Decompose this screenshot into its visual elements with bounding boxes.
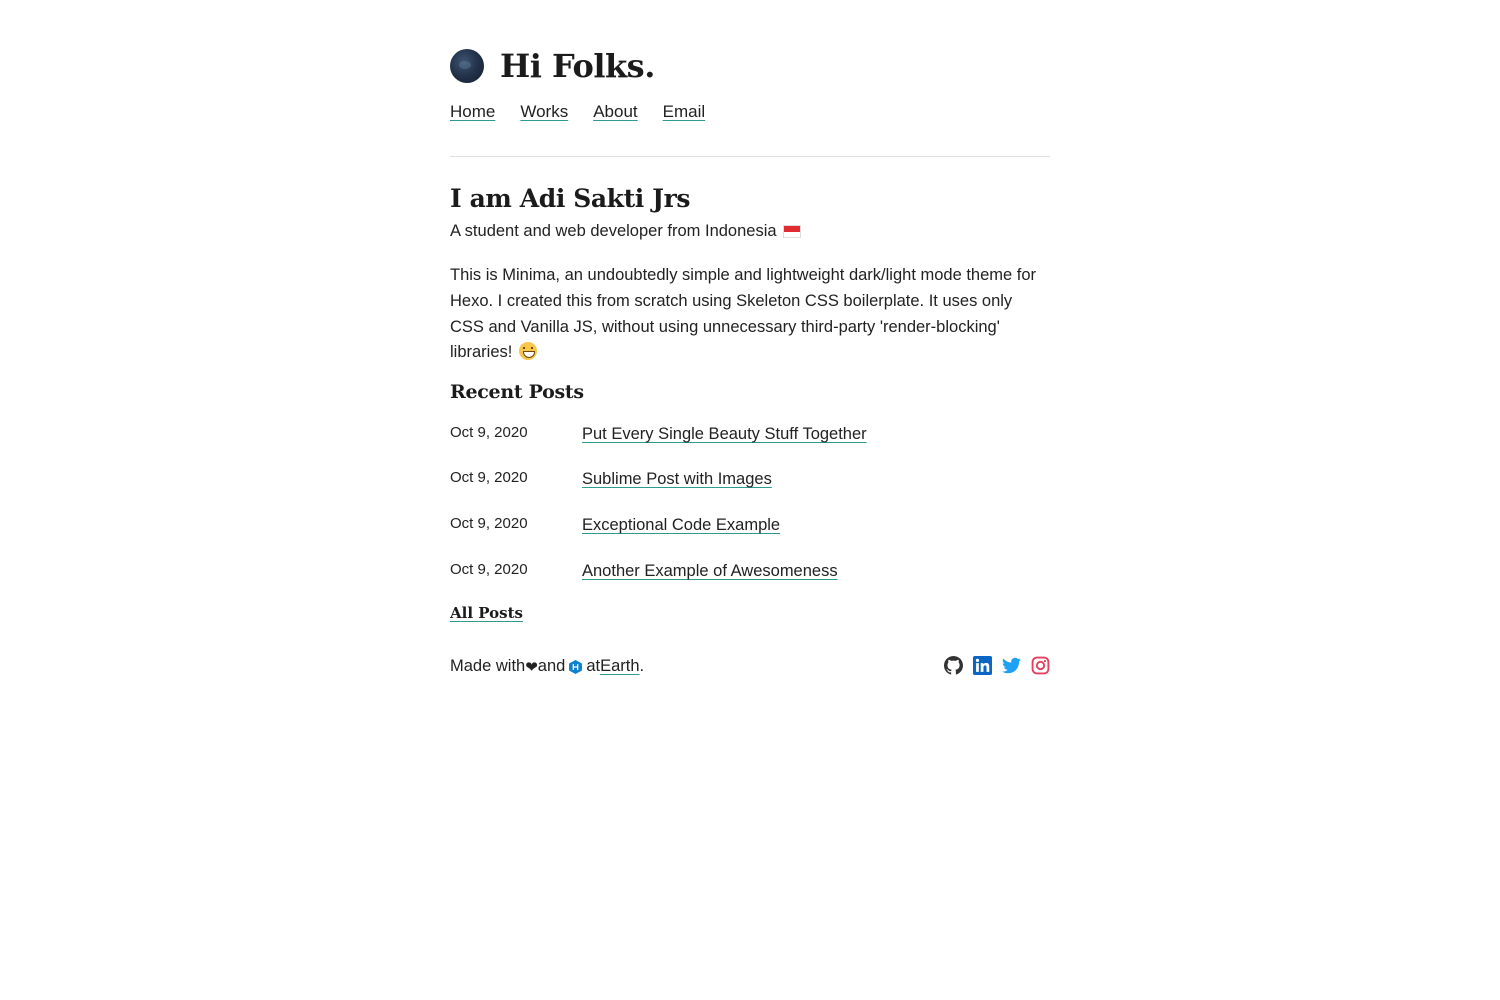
intro-paragraph-text: This is Minima, an undoubtedly simple an… <box>450 266 1037 362</box>
hexo-icon[interactable] <box>569 659 583 674</box>
footer-credit: Made with ❤ and at Earth. <box>450 657 644 676</box>
post-date: Oct 9, 2020 <box>450 469 528 486</box>
all-posts-link[interactable]: All Posts <box>450 604 523 622</box>
footer-and: and <box>537 657 566 675</box>
post-list-item: Oct 9, 2020 Put Every Single Beauty Stuf… <box>450 424 1050 448</box>
post-date: Oct 9, 2020 <box>450 515 528 532</box>
heart-icon: ❤ <box>525 658 538 676</box>
intro-paragraph: This is Minima, an undoubtedly simple an… <box>450 263 1050 366</box>
post-date: Oct 9, 2020 <box>450 561 528 578</box>
intro-heading: I am Adi Sakti Jrs <box>450 184 691 213</box>
post-title-link[interactable]: Another Example of Awesomeness <box>582 562 838 581</box>
site-footer: Made with ❤ and at Earth. <box>450 656 1050 682</box>
nav-about-link[interactable]: About <box>593 102 637 122</box>
indonesia-flag-icon <box>782 225 801 238</box>
recent-posts-heading: Recent Posts <box>450 381 584 403</box>
post-list-item: Oct 9, 2020 Sublime Post with Images <box>450 469 1050 493</box>
post-title-link[interactable]: Exceptional Code Example <box>582 516 780 535</box>
nav-home-link[interactable]: Home <box>450 102 495 122</box>
github-icon[interactable] <box>944 656 963 675</box>
post-title-link[interactable]: Sublime Post with Images <box>582 470 772 489</box>
footer-made-with: Made with <box>450 657 526 675</box>
grinning-face-icon <box>518 342 537 361</box>
footer-period: . <box>639 657 645 675</box>
post-date: Oct 9, 2020 <box>450 424 528 441</box>
main-nav: Home Works About Email <box>450 102 730 122</box>
nav-email-link[interactable]: Email <box>663 102 706 122</box>
nav-works-link[interactable]: Works <box>520 102 568 122</box>
site-header: Hi Folks. <box>450 46 655 86</box>
post-title-link[interactable]: Put Every Single Beauty Stuff Together <box>582 425 867 444</box>
intro-subtitle-text: A student and web developer from Indones… <box>450 222 777 240</box>
social-links <box>934 656 1050 675</box>
site-title[interactable]: Hi Folks. <box>500 47 655 85</box>
footer-at: at <box>586 657 601 675</box>
twitter-icon[interactable] <box>1002 656 1021 675</box>
earth-link[interactable]: Earth <box>600 657 639 676</box>
intro-subtitle: A student and web developer from Indones… <box>450 222 801 241</box>
post-list-item: Oct 9, 2020 Exceptional Code Example <box>450 515 1050 539</box>
earth-globe-avatar-icon[interactable] <box>450 49 484 83</box>
header-divider <box>450 156 1050 157</box>
linkedin-icon[interactable] <box>973 656 992 675</box>
post-list-item: Oct 9, 2020 Another Example of Awesomene… <box>450 561 1050 585</box>
instagram-icon[interactable] <box>1031 656 1050 675</box>
